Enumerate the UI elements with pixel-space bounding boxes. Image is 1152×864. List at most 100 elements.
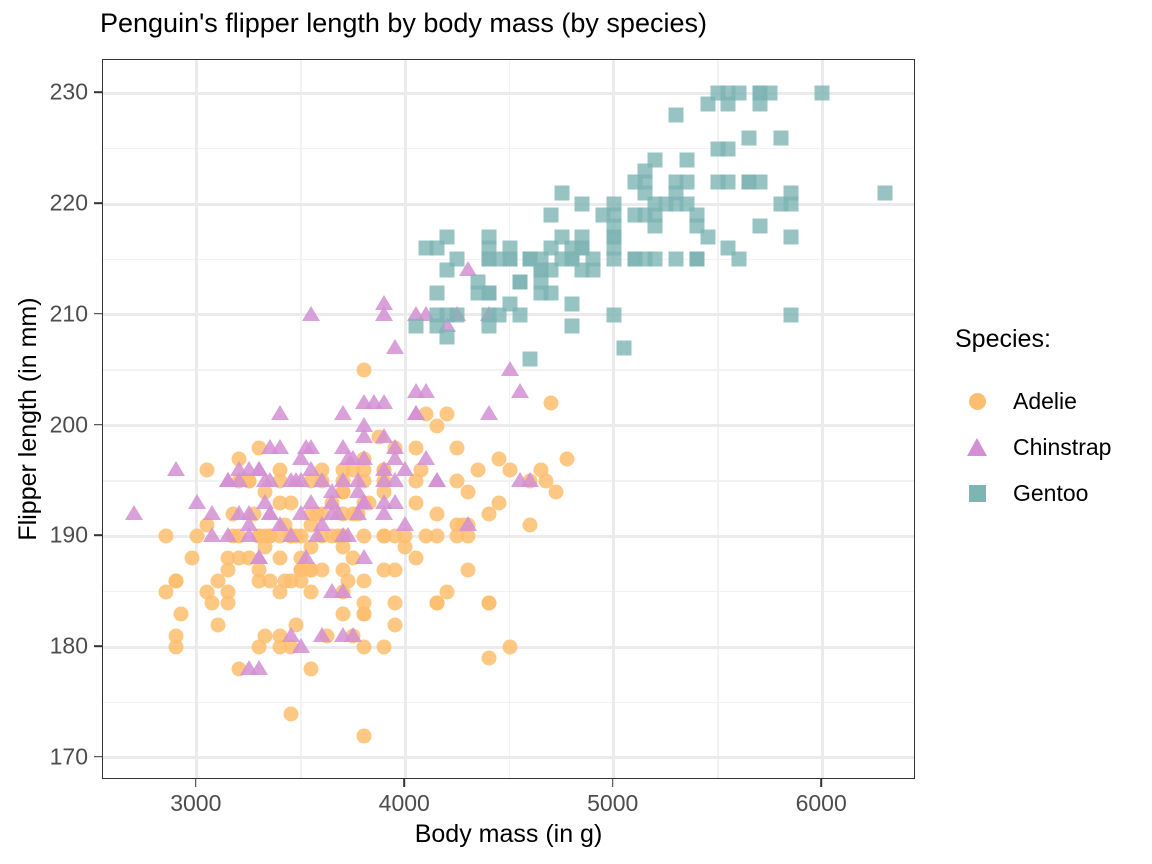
data-point-chinstrap — [255, 494, 274, 510]
data-point-chinstrap — [239, 505, 258, 521]
data-point-chinstrap — [385, 438, 404, 454]
legend-item-chinstrap[interactable]: Chinstrap — [955, 424, 1145, 470]
data-point-adelie — [220, 550, 236, 566]
data-point-chinstrap — [354, 549, 373, 565]
gridline-major-vertical — [820, 60, 824, 778]
data-point-gentoo — [533, 274, 549, 290]
data-point-adelie — [491, 495, 507, 511]
data-point-gentoo — [439, 229, 455, 245]
data-point-adelie — [413, 462, 429, 478]
gridline-major-horizontal — [103, 91, 914, 95]
data-point-adelie — [225, 506, 241, 522]
legend-items: Adelie Chinstrap Gentoo — [955, 378, 1145, 516]
data-point-adelie — [246, 506, 262, 522]
gridline-major-vertical — [403, 60, 407, 778]
data-point-adelie — [283, 706, 299, 722]
x-tick-mark — [611, 779, 614, 787]
data-point-gentoo — [574, 240, 590, 256]
data-point-adelie — [345, 462, 361, 478]
data-point-chinstrap — [250, 460, 269, 476]
data-point-adelie — [481, 506, 497, 522]
x-tick-label: 5000 — [587, 790, 639, 816]
x-tick-label: 6000 — [795, 790, 847, 816]
data-point-gentoo — [481, 285, 497, 301]
data-point-chinstrap — [323, 494, 342, 510]
data-point-gentoo — [877, 185, 893, 201]
data-point-chinstrap — [406, 405, 425, 421]
gridline-minor-vertical — [717, 60, 719, 778]
data-point-chinstrap — [125, 505, 144, 521]
data-point-gentoo — [627, 207, 643, 223]
data-point-adelie — [324, 495, 340, 511]
x-tick-mark — [820, 779, 822, 787]
data-point-adelie — [522, 517, 538, 533]
data-point-adelie — [199, 462, 215, 478]
data-point-adelie — [335, 562, 351, 578]
gridline-major-horizontal — [103, 534, 914, 538]
legend-item-gentoo[interactable]: Gentoo — [955, 470, 1145, 516]
data-point-adelie — [460, 562, 476, 578]
gridline-major-vertical — [612, 60, 616, 778]
data-point-adelie — [257, 539, 273, 555]
data-point-gentoo — [668, 174, 684, 190]
data-point-adelie — [361, 495, 377, 511]
data-point-gentoo — [522, 351, 538, 367]
data-point-gentoo — [647, 152, 663, 168]
y-tick-mark — [94, 645, 102, 647]
data-point-gentoo — [418, 240, 434, 256]
legend-item-label: Chinstrap — [1013, 433, 1112, 460]
plot-panel — [102, 59, 915, 779]
data-point-gentoo — [668, 185, 684, 201]
data-point-chinstrap — [510, 383, 529, 399]
data-point-chinstrap — [375, 294, 394, 310]
data-point-adelie — [350, 506, 366, 522]
data-point-gentoo — [720, 174, 736, 190]
gridline-minor-vertical — [300, 60, 302, 778]
data-point-chinstrap — [166, 460, 185, 476]
data-point-gentoo — [752, 218, 768, 234]
data-point-adelie — [356, 606, 372, 622]
data-point-chinstrap — [354, 394, 373, 410]
data-point-adelie — [439, 406, 455, 422]
data-point-gentoo — [439, 329, 455, 345]
legend-item-adelie[interactable]: Adelie — [955, 378, 1145, 424]
data-point-chinstrap — [375, 505, 394, 521]
y-tick-label: 210 — [49, 300, 88, 327]
data-point-gentoo — [783, 229, 799, 245]
data-point-gentoo — [616, 340, 632, 356]
data-point-adelie — [491, 451, 507, 467]
data-point-adelie — [303, 506, 319, 522]
data-point-gentoo — [595, 207, 611, 223]
data-point-gentoo — [543, 207, 559, 223]
data-point-gentoo — [689, 218, 705, 234]
x-tick-label: 4000 — [378, 790, 430, 816]
data-point-adelie — [335, 462, 351, 478]
data-point-chinstrap — [354, 494, 373, 510]
data-point-adelie — [429, 506, 445, 522]
data-point-chinstrap — [385, 449, 404, 465]
data-point-gentoo — [470, 274, 486, 290]
data-point-gentoo — [585, 262, 601, 278]
data-point-adelie — [220, 595, 236, 611]
data-point-adelie — [387, 562, 403, 578]
data-point-gentoo — [637, 207, 653, 223]
data-point-chinstrap — [260, 438, 279, 454]
data-point-adelie — [455, 517, 471, 533]
data-point-gentoo — [481, 229, 497, 245]
data-point-gentoo — [574, 262, 590, 278]
data-point-chinstrap — [354, 449, 373, 465]
data-point-adelie — [408, 550, 424, 566]
data-point-adelie — [559, 451, 575, 467]
y-tick-label: 180 — [49, 632, 88, 659]
legend-item-label: Gentoo — [1013, 479, 1089, 506]
data-point-chinstrap — [260, 505, 279, 521]
data-point-chinstrap — [479, 405, 498, 421]
gridline-major-horizontal — [103, 645, 914, 649]
data-point-chinstrap — [229, 505, 248, 521]
data-point-gentoo — [752, 174, 768, 190]
data-point-adelie — [371, 429, 387, 445]
data-point-chinstrap — [250, 660, 269, 676]
data-point-gentoo — [637, 185, 653, 201]
data-point-chinstrap — [417, 383, 436, 399]
data-point-gentoo — [637, 174, 653, 190]
